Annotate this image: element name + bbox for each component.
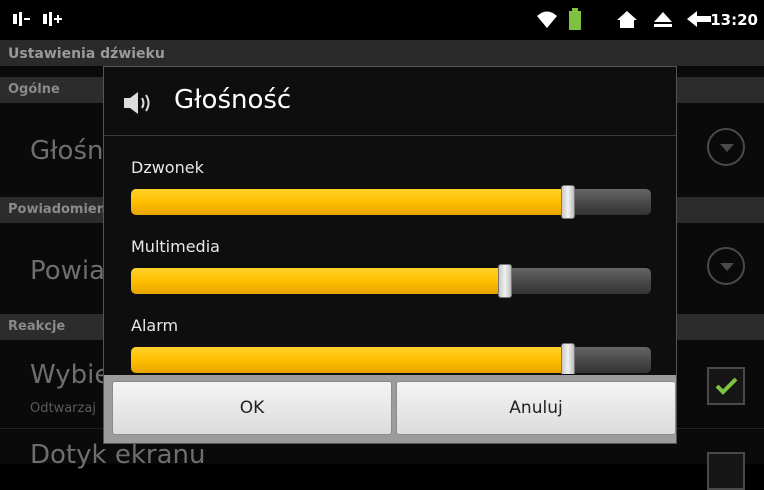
eject-icon (652, 8, 674, 34)
clock: 13:20 (710, 11, 758, 29)
speaker-icon (124, 91, 156, 119)
dialog-title: Głośność (174, 85, 292, 115)
back-icon (686, 8, 712, 34)
checkbox[interactable] (707, 367, 745, 405)
checkbox[interactable] (707, 452, 745, 490)
media-slider[interactable] (131, 264, 651, 298)
alarm-slider[interactable] (131, 343, 651, 374)
wifi-icon (535, 8, 559, 34)
slider-fill (131, 268, 505, 294)
slider-label: Multimedia (131, 237, 220, 256)
slider-label: Dzwonek (131, 158, 204, 177)
chevron-down-icon[interactable] (707, 247, 745, 285)
notification-icon (10, 8, 32, 34)
battery-icon (568, 8, 582, 36)
screen-title: Ustawienia dźwieku (0, 40, 764, 66)
slider-fill (131, 189, 568, 215)
home-icon (616, 8, 638, 34)
checkmark-icon (715, 377, 738, 395)
slider-label: Alarm (131, 316, 179, 335)
slider-fill (131, 347, 568, 373)
dialog-header: Głośność (104, 67, 676, 136)
cancel-button[interactable]: Anuluj (396, 381, 676, 435)
slider-thumb[interactable] (561, 185, 575, 219)
slider-thumb[interactable] (498, 264, 512, 298)
ringer-slider[interactable] (131, 185, 651, 219)
chevron-down-icon[interactable] (707, 128, 745, 166)
settings-item-subtitle: Odtwarzaj (30, 401, 96, 416)
notification-icon (40, 8, 64, 34)
volume-dialog: Głośność Dzwonek Multimedia Alarm OK Anu… (103, 66, 677, 444)
slider-thumb[interactable] (561, 343, 575, 374)
status-bar: 13:20 (0, 0, 764, 40)
settings-item-touch[interactable]: Dotyk ekranu (30, 440, 205, 470)
sliders-area: Dzwonek Multimedia Alarm (104, 136, 676, 374)
button-bar: OK Anuluj (104, 375, 676, 443)
ok-button[interactable]: OK (112, 381, 392, 435)
